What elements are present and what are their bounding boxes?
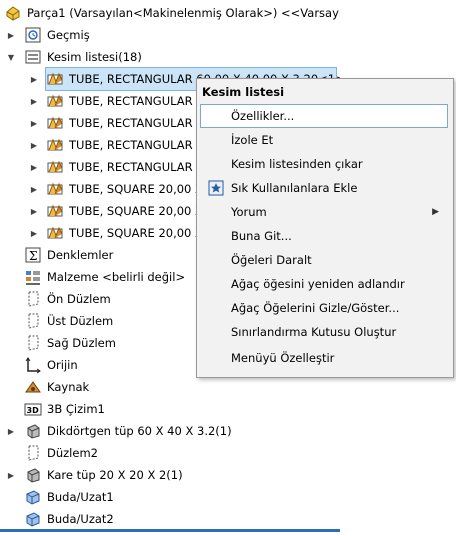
rollback-bar[interactable] [0, 529, 340, 532]
expand-arrow-icon[interactable]: ▶ [7, 464, 15, 486]
plane-icon [24, 444, 42, 462]
menu-item-label: Buna Git... [231, 229, 292, 243]
tree-item-label: Geçmiş [47, 28, 90, 42]
part-icon [4, 4, 22, 22]
tree-item-equations[interactable]: Σ Denklemler [24, 244, 113, 266]
tree-item-label: Malzeme <belirli değil> [47, 270, 186, 284]
weldment-body-icon [46, 224, 64, 242]
tree-item-trim2[interactable]: Buda/Uzat2 [24, 508, 114, 530]
expand-arrow-icon[interactable]: ▶ [30, 222, 38, 244]
menu-item-label: Özellikler... [231, 109, 295, 123]
svg-text:Σ: Σ [29, 249, 37, 263]
tree-item-material[interactable]: Malzeme <belirli değil> [24, 266, 185, 288]
expand-arrow-icon[interactable]: ▶ [30, 134, 38, 156]
menu-item-customize-menu[interactable]: Menüyü Özelleştir [201, 347, 447, 369]
tree-item-origin[interactable]: Orijin [24, 354, 78, 376]
weldment-body-icon [46, 180, 64, 198]
plane-icon [24, 312, 42, 330]
tree-item-label: Üst Düzlem [47, 314, 114, 328]
expand-arrow-icon[interactable]: ▶ [30, 112, 38, 134]
sketch-3d-icon: 3D [24, 400, 42, 418]
tree-item-right-plane[interactable]: Sağ Düzlem [24, 332, 116, 354]
menu-item-properties[interactable]: Özellikler... [200, 104, 448, 128]
menu-item-bounding-box[interactable]: Sınırlandırma Kutusu Oluştur [201, 321, 447, 343]
weldment-body-icon [46, 136, 64, 154]
tree-item-rect-tube[interactable]: Dikdörtgen tüp 60 X 40 X 3.2(1) [24, 420, 232, 442]
menu-item-label: Sık Kullanılanlara Ekle [231, 181, 358, 195]
weldment-body-icon [46, 70, 64, 88]
menu-item-label: Yorum [231, 205, 267, 219]
tree-item-top-plane[interactable]: Üst Düzlem [24, 310, 113, 332]
expand-arrow-icon[interactable]: ▶ [30, 200, 38, 222]
tree-item-label: Kaynak [47, 380, 90, 394]
menu-item-label: Ağaç Öğelerini Gizle/Göster... [231, 301, 400, 315]
weldment-body-icon [46, 202, 64, 220]
menu-item-add-favorites[interactable]: Sık Kullanılanlara Ekle [201, 177, 447, 199]
expand-arrow-icon[interactable]: ▶ [30, 68, 38, 90]
tree-item-weld[interactable]: Kaynak [24, 376, 89, 398]
structural-member-icon [24, 422, 42, 440]
tree-item-label: Orijin [47, 358, 78, 372]
menu-item-remove-from-cutlist[interactable]: Kesim listesinden çıkar [201, 153, 447, 175]
menu-item-comment[interactable]: Yorum ▶ [201, 201, 447, 223]
weld-icon [24, 378, 42, 396]
tree-item-front-plane[interactable]: Ön Düzlem [24, 288, 111, 310]
tree-item-label: Kare tüp 20 X 20 X 2(1) [47, 468, 183, 482]
tree-item-label: Ön Düzlem [47, 292, 111, 306]
origin-icon [24, 356, 42, 374]
trim-extend-icon [24, 488, 42, 506]
menu-item-label: Ağaç öğesini yeniden adlandır [231, 277, 405, 291]
tree-root-label: Parça1 (Varsayılan<Makinelenmiş Olarak>)… [27, 6, 340, 20]
tree-item-trim1[interactable]: Buda/Uzat1 [24, 486, 114, 508]
menu-item-isolate[interactable]: İzole Et [201, 129, 447, 151]
plane-icon [24, 290, 42, 308]
tree-item-plane2[interactable]: Düzlem2 [24, 442, 98, 464]
expand-arrow-icon[interactable]: ▶ [7, 24, 15, 46]
tree-item-3d-sketch[interactable]: 3D 3B Çizim1 [24, 398, 105, 420]
tree-item-history[interactable]: Geçmiş [24, 24, 90, 46]
expand-arrow-icon[interactable]: ▶ [7, 420, 15, 442]
tree-item-label: Düzlem2 [47, 446, 98, 460]
tree-item-label: Kesim listesi(18) [47, 50, 142, 64]
tree-item-label: Denklemler [47, 248, 114, 262]
collapse-arrow-icon[interactable]: ▼ [7, 46, 15, 68]
svg-text:3D: 3D [27, 406, 40, 415]
history-icon [24, 26, 42, 44]
tree-item-label: 3B Çizim1 [47, 402, 105, 416]
tree-root[interactable]: Parça1 (Varsayılan<Makinelenmiş Olarak>)… [4, 2, 340, 24]
menu-item-go-to[interactable]: Buna Git... [201, 225, 447, 247]
tree-item-label: Buda/Uzat1 [47, 490, 114, 504]
menu-item-label: Kesim listesinden çıkar [231, 157, 363, 171]
structural-member-icon [24, 466, 42, 484]
weldment-body-icon [46, 158, 64, 176]
submenu-arrow-icon: ▶ [432, 207, 439, 217]
tree-item-label: Sağ Düzlem [47, 336, 116, 350]
menu-item-label: Menüyü Özelleştir [231, 351, 335, 365]
menu-item-collapse-items[interactable]: Öğeleri Daralt [201, 249, 447, 271]
menu-item-rename[interactable]: Ağaç öğesini yeniden adlandır [201, 273, 447, 295]
menu-item-label: İzole Et [231, 133, 274, 147]
tree-item-square-tube[interactable]: Kare tüp 20 X 20 X 2(1) [24, 464, 183, 486]
context-menu-title: Kesim listesi [202, 85, 285, 99]
weldment-body-icon [46, 114, 64, 132]
cutlist-icon [24, 48, 42, 66]
context-menu: Kesim listesi Özellikler... İzole Et Kes… [196, 78, 454, 378]
favorite-star-icon [208, 180, 224, 199]
plane-icon [24, 334, 42, 352]
menu-item-label: Öğeleri Daralt [231, 253, 312, 267]
menu-item-hide-show[interactable]: Ağaç Öğelerini Gizle/Göster... [201, 297, 447, 319]
expand-arrow-icon[interactable]: ▶ [30, 156, 38, 178]
tree-item-label: Buda/Uzat2 [47, 512, 114, 526]
menu-item-label: Sınırlandırma Kutusu Oluştur [231, 325, 397, 339]
expand-arrow-icon[interactable]: ▶ [30, 178, 38, 200]
trim-extend-icon [24, 510, 42, 528]
weldment-body-icon [46, 92, 64, 110]
expand-arrow-icon[interactable]: ▶ [30, 90, 38, 112]
tree-item-label: Dikdörtgen tüp 60 X 40 X 3.2(1) [47, 424, 232, 438]
equations-icon: Σ [24, 246, 42, 264]
material-icon [24, 268, 42, 286]
tree-item-cutlist[interactable]: Kesim listesi(18) [24, 46, 142, 68]
